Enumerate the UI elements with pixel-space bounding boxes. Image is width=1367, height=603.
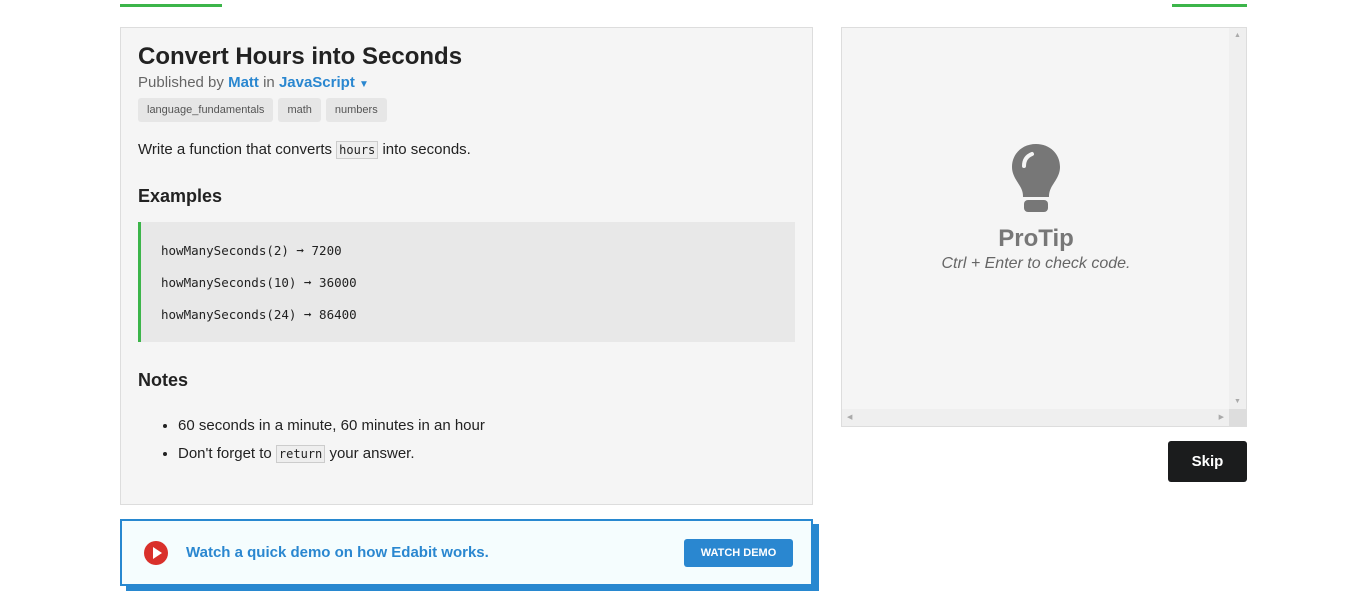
desc-text: Write a function that converts — [138, 141, 332, 158]
demo-banner: Watch a quick demo on how Edabit works. … — [120, 519, 813, 586]
example-line: howManySeconds(2) ➞ 7200 — [161, 243, 342, 258]
challenge-card: Convert Hours into Seconds Published by … — [120, 27, 813, 505]
inline-code: hours — [336, 141, 379, 159]
challenge-title: Convert Hours into Seconds — [138, 43, 463, 70]
protip: ProTip Ctrl + Enter to check code. — [842, 142, 1230, 273]
horizontal-scrollbar[interactable]: ◀ ▶ — [842, 409, 1229, 426]
examples-heading: Examples — [138, 186, 223, 206]
watch-demo-button[interactable]: WATCH DEMO — [684, 538, 793, 567]
caret-down-icon[interactable]: ▼ — [359, 79, 369, 90]
demo-text[interactable]: Watch a quick demo on how Edabit works. — [186, 544, 684, 561]
notes-heading: Notes — [138, 370, 189, 390]
tag[interactable]: math — [278, 98, 321, 122]
tag-list: language_fundamentals math numbers — [138, 98, 795, 122]
scroll-up-icon[interactable]: ▲ — [1234, 32, 1241, 39]
progress-line-left — [120, 4, 222, 7]
note-text: Don't forget to — [178, 445, 272, 462]
lightbulb-icon — [1012, 144, 1060, 212]
tag[interactable]: language_fundamentals — [138, 98, 274, 122]
scroll-right-icon[interactable]: ▶ — [1219, 413, 1224, 421]
notes-list: 60 seconds in a minute, 60 minutes in an… — [138, 412, 795, 468]
challenge-description: Write a function that converts hours int… — [138, 141, 795, 159]
note-item: 60 seconds in a minute, 60 minutes in an… — [178, 412, 795, 440]
desc-text: into seconds. — [382, 141, 471, 158]
inline-code: return — [275, 445, 326, 463]
in-label: in — [263, 74, 275, 91]
examples-block: howManySeconds(2) ➞ 7200 howManySeconds(… — [138, 222, 795, 342]
protip-title: ProTip — [998, 225, 1074, 252]
tag[interactable]: numbers — [325, 98, 387, 122]
code-editor-panel[interactable]: ProTip Ctrl + Enter to check code. ▲ ▼ ◀… — [841, 27, 1247, 427]
example-line: howManySeconds(10) ➞ 36000 — [161, 275, 357, 290]
language-dropdown[interactable]: JavaScript — [279, 74, 355, 91]
author-link[interactable]: Matt — [228, 74, 259, 91]
example-line: howManySeconds(24) ➞ 86400 — [161, 307, 357, 322]
published-label: Published by — [138, 74, 224, 91]
progress-line-right — [1172, 4, 1247, 7]
play-icon[interactable] — [144, 540, 168, 565]
note-text: your answer. — [329, 445, 415, 462]
scroll-down-icon[interactable]: ▼ — [1234, 398, 1241, 405]
scroll-left-icon[interactable]: ◀ — [847, 413, 852, 421]
protip-text: Ctrl + Enter to check code. — [941, 255, 1131, 272]
skip-button[interactable]: Skip — [1168, 441, 1247, 482]
scrollbar-corner — [1229, 409, 1246, 426]
vertical-scrollbar[interactable]: ▲ ▼ — [1229, 28, 1246, 409]
published-info: Published by Matt in JavaScript ▼ — [138, 74, 795, 91]
note-item: Don't forget to return your answer. — [178, 440, 795, 468]
